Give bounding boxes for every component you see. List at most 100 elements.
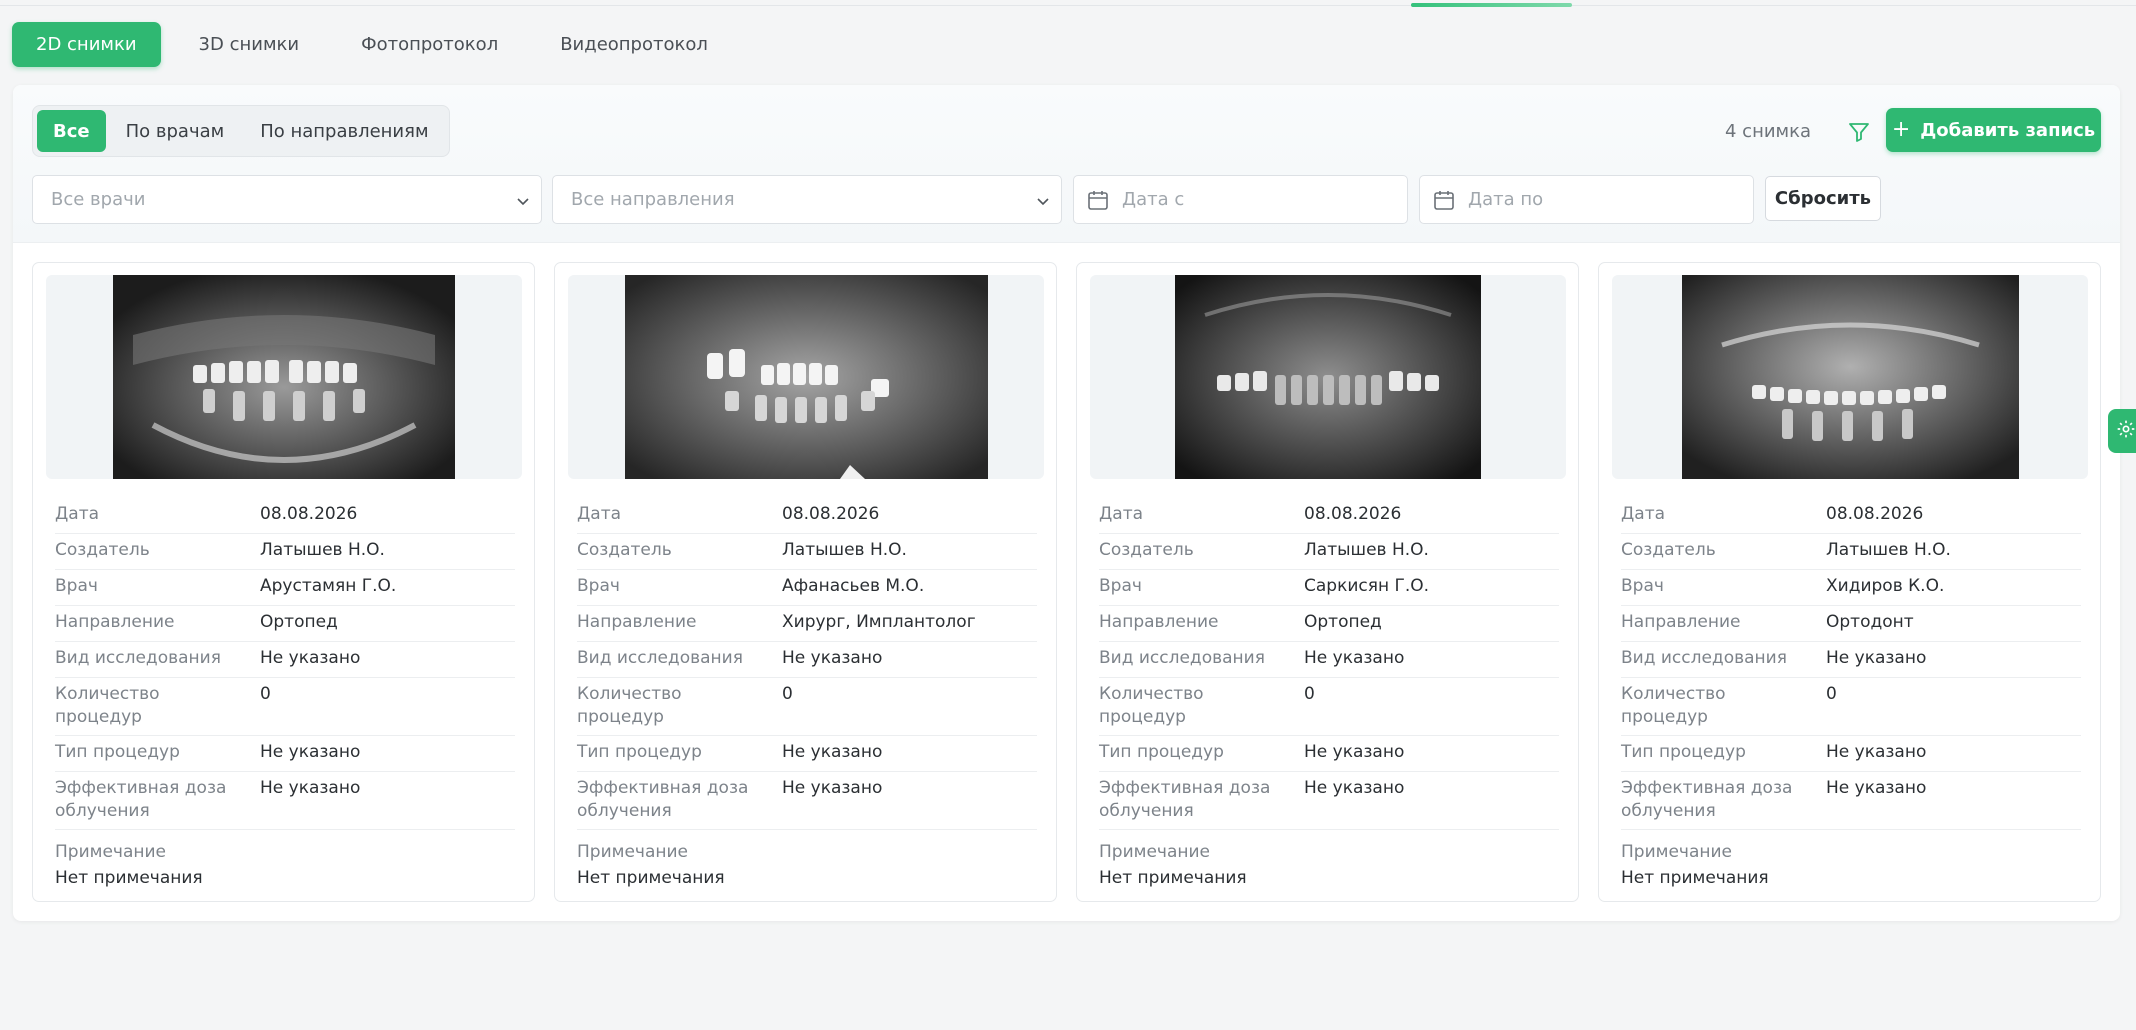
value-date: 08.08.2026 (782, 504, 880, 524)
top-progress-indicator (1411, 3, 1572, 7)
value-proc-type: Не указано (1826, 742, 1927, 762)
label-direction: Направление (1621, 612, 1741, 632)
value-note: Нет примечания (55, 868, 203, 888)
label-proc-type: Тип процедур (55, 742, 180, 762)
value-dose: Не указано (1304, 778, 1405, 798)
value-creator: Латышев Н.О. (1826, 540, 1951, 560)
label-proc-type: Тип процедур (577, 742, 702, 762)
value-creator: Латышев Н.О. (260, 540, 385, 560)
label-proc-count: Количество процедур (1099, 684, 1204, 727)
tab-photo[interactable]: Фотопротокол (337, 22, 522, 67)
value-study-type: Не указано (1304, 648, 1405, 668)
add-record-button[interactable]: + Добавить запись (1886, 108, 2101, 152)
filter-icon[interactable] (1843, 116, 1875, 148)
label-creator: Создатель (577, 540, 672, 560)
segment-by-directions[interactable]: По направлениям (244, 110, 444, 152)
date-to-input[interactable]: Дата по (1419, 175, 1754, 224)
image-card: Дата 08.08.2026 Создатель Латышев Н.О. Вра… (1598, 262, 2101, 902)
chevron-down-icon (515, 193, 531, 214)
tab-3d[interactable]: 3D снимки (175, 22, 324, 67)
reset-button[interactable]: Сбросить (1765, 176, 1881, 221)
date-from-placeholder: Дата с (1122, 189, 1185, 210)
value-proc-count: 0 (1304, 684, 1315, 704)
label-proc-count: Количество процедур (1621, 684, 1726, 727)
date-to-placeholder: Дата по (1468, 189, 1544, 210)
value-creator: Латышев Н.О. (782, 540, 907, 560)
label-dose: Эффективная доза облучения (55, 778, 227, 821)
value-date: 08.08.2026 (1304, 504, 1402, 524)
segment-all[interactable]: Все (37, 110, 106, 152)
label-proc-type: Тип процедур (1099, 742, 1224, 762)
value-proc-type: Не указано (782, 742, 883, 762)
doctor-select[interactable]: Все врачи (32, 175, 542, 224)
calendar-icon (1432, 188, 1456, 217)
label-direction: Направление (1099, 612, 1219, 632)
value-doctor: Саркисян Г.О. (1304, 576, 1430, 596)
label-note: Примечание (1621, 842, 1732, 862)
card-details: Дата 08.08.2026 Создатель Латышев Н.О. Вра… (55, 498, 515, 890)
value-date: 08.08.2026 (260, 504, 358, 524)
label-date: Дата (577, 504, 622, 524)
xray-thumbnail[interactable] (568, 275, 1044, 479)
date-from-input[interactable]: Дата с (1073, 175, 1408, 224)
calendar-icon (1086, 188, 1110, 217)
xray-image (1175, 275, 1481, 479)
label-proc-type: Тип процедур (1621, 742, 1746, 762)
add-record-label: Добавить запись (1920, 119, 2096, 141)
value-study-type: Не указано (1826, 648, 1927, 668)
direction-select[interactable]: Все направления (552, 175, 1062, 224)
label-note: Примечание (577, 842, 688, 862)
group-switch: Все По врачам По направлениям (32, 105, 450, 157)
value-note: Нет примечания (1621, 868, 1769, 888)
protocol-tabs: 2D снимки 3D снимки Фотопротокол Видеопр… (12, 22, 732, 67)
xray-thumbnail[interactable] (46, 275, 522, 479)
value-note: Нет примечания (1099, 868, 1247, 888)
label-date: Дата (1099, 504, 1144, 524)
segment-by-doctors[interactable]: По врачам (110, 110, 241, 152)
plus-icon: + (1891, 117, 1911, 142)
label-doctor: Врач (1621, 576, 1664, 596)
value-study-type: Не указано (782, 648, 883, 668)
value-doctor: Арустамян Г.О. (260, 576, 397, 596)
value-direction: Ортопед (1304, 612, 1382, 632)
label-doctor: Врач (1099, 576, 1142, 596)
label-creator: Создатель (55, 540, 150, 560)
direction-select-placeholder: Все направления (571, 189, 735, 210)
settings-side-tab[interactable] (2108, 409, 2136, 453)
label-date: Дата (55, 504, 100, 524)
doctor-select-placeholder: Все врачи (51, 189, 146, 210)
xray-image (1681, 275, 2019, 479)
tab-2d[interactable]: 2D снимки (12, 22, 161, 67)
xray-thumbnail[interactable] (1090, 275, 1566, 479)
label-study-type: Вид исследования (1621, 648, 1787, 668)
label-dose: Эффективная доза облучения (1099, 778, 1271, 821)
top-divider (0, 5, 2136, 6)
label-proc-count: Количество процедур (577, 684, 682, 727)
value-note: Нет примечания (577, 868, 725, 888)
value-doctor: Афанасьев М.О. (782, 576, 925, 596)
image-card: Дата 08.08.2026 Создатель Латышев Н.О. Вра… (554, 262, 1057, 902)
label-dose: Эффективная доза облучения (577, 778, 749, 821)
card-details: Дата 08.08.2026 Создатель Латышев Н.О. Вра… (1621, 498, 2081, 890)
tab-video[interactable]: Видеопротокол (536, 22, 732, 67)
value-direction: Ортопед (260, 612, 338, 632)
label-creator: Создатель (1099, 540, 1194, 560)
value-proc-count: 0 (782, 684, 793, 704)
card-details: Дата 08.08.2026 Создатель Латышев Н.О. Вра… (1099, 498, 1559, 890)
label-date: Дата (1621, 504, 1666, 524)
value-proc-type: Не указано (1304, 742, 1405, 762)
value-dose: Не указано (1826, 778, 1927, 798)
gear-icon (2116, 419, 2136, 443)
xray-thumbnail[interactable] (1612, 275, 2088, 479)
value-creator: Латышев Н.О. (1304, 540, 1429, 560)
label-study-type: Вид исследования (1099, 648, 1265, 668)
value-direction: Ортодонт (1826, 612, 1914, 632)
label-direction: Направление (55, 612, 175, 632)
value-proc-count: 0 (260, 684, 271, 704)
value-dose: Не указано (782, 778, 883, 798)
label-dose: Эффективная доза облучения (1621, 778, 1793, 821)
label-study-type: Вид исследования (55, 648, 221, 668)
label-study-type: Вид исследования (577, 648, 743, 668)
card-details: Дата 08.08.2026 Создатель Латышев Н.О. Вра… (577, 498, 1037, 890)
label-creator: Создатель (1621, 540, 1716, 560)
